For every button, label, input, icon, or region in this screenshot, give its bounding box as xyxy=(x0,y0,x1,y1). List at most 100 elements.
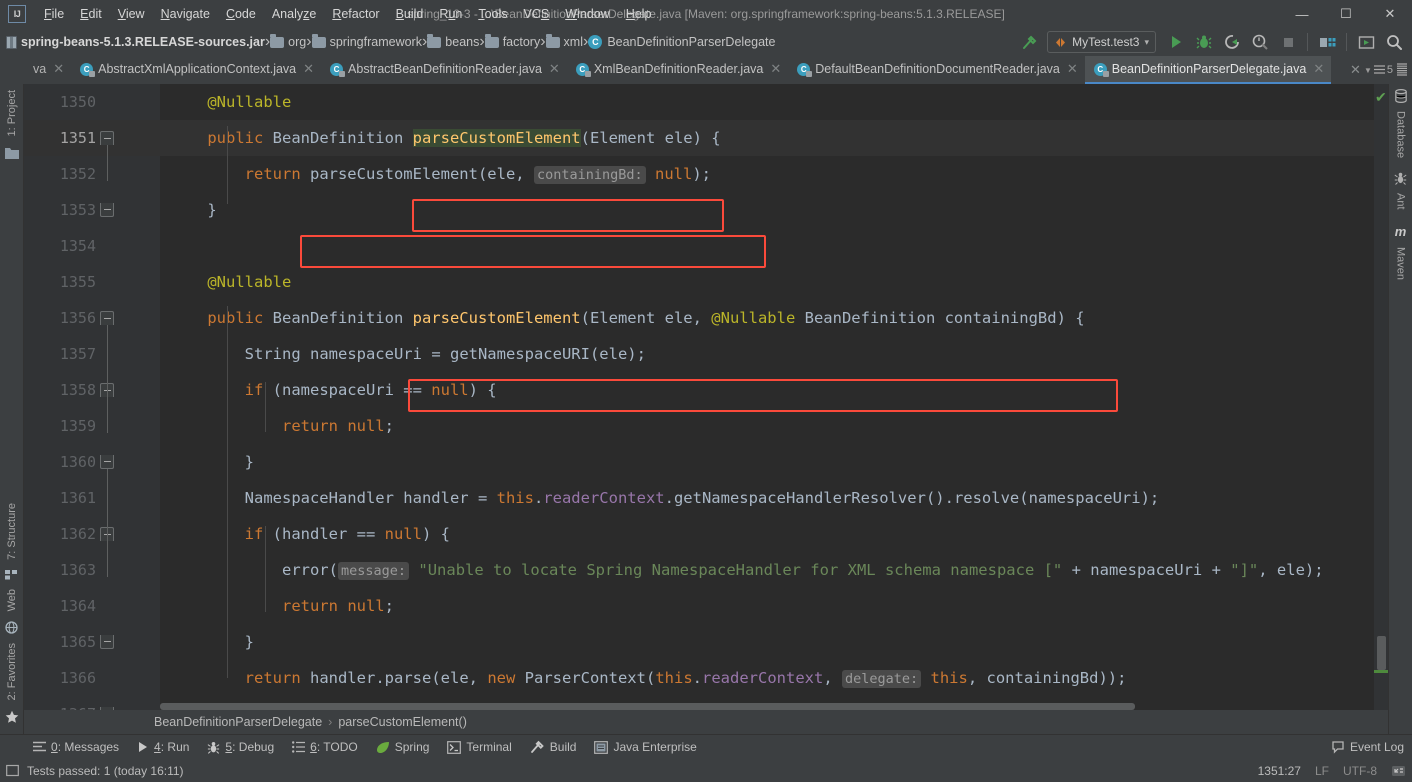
breadcrumb-item-3[interactable]: beans xyxy=(427,33,479,49)
search-everywhere-button[interactable] xyxy=(1381,30,1407,54)
close-all-tabs-icon[interactable]: ✕ xyxy=(1350,62,1361,78)
code-content[interactable]: @Nullable public BeanDefinition parseCus… xyxy=(160,84,1374,710)
breadcrumb-method[interactable]: parseCustomElement() xyxy=(338,715,467,729)
close-tab-icon[interactable]: ✕ xyxy=(1313,61,1324,77)
bottom-window-6-todo[interactable]: 6: TODO xyxy=(283,738,367,756)
editor-tab-5[interactable]: C BeanDefinitionParserDelegate.java ✕ xyxy=(1084,56,1332,84)
menu-item-file[interactable]: File xyxy=(36,3,72,25)
fold-marker-1351[interactable] xyxy=(100,131,114,145)
fold-marker-1353[interactable] xyxy=(100,203,114,217)
editor-tab-3[interactable]: C XmlBeanDefinitionReader.java ✕ xyxy=(567,56,788,84)
bottom-window-5-debug[interactable]: 5: Debug xyxy=(198,738,283,756)
sidebar-item-web[interactable]: Web xyxy=(3,583,21,617)
structure-icon xyxy=(5,566,18,583)
read-only-icon[interactable] xyxy=(1391,763,1406,778)
sidebar-item-favorites[interactable]: 2: Favorites xyxy=(3,637,21,706)
bottom-window-terminal[interactable]: Terminal xyxy=(438,738,520,756)
bottom-window-4-run[interactable]: 4: Run xyxy=(128,738,198,756)
menu-item-window[interactable]: Window xyxy=(557,3,617,25)
breadcrumb-item-1[interactable]: org xyxy=(270,33,306,49)
breadcrumb-class[interactable]: BeanDefinitionParserDelegate xyxy=(154,715,322,729)
code-line-1361[interactable]: NamespaceHandler handler = this.readerCo… xyxy=(160,480,1374,516)
editor-marker-bar[interactable]: ✔ xyxy=(1374,84,1388,710)
breadcrumb-item-5[interactable]: xml xyxy=(545,33,583,49)
breadcrumb-item-0[interactable]: spring-beans-5.1.3.RELEASE-sources.jar xyxy=(6,35,265,49)
debug-button[interactable] xyxy=(1191,30,1217,54)
code-line-1354[interactable] xyxy=(160,228,1374,264)
run-with-coverage-button[interactable] xyxy=(1219,30,1245,54)
sidebar-item-maven[interactable]: Maven xyxy=(1392,241,1410,286)
sidebar-item-structure[interactable]: 7: Structure xyxy=(3,497,21,566)
bottom-window-0-messages[interactable]: 0: Messages xyxy=(24,738,128,756)
close-tab-icon[interactable]: ✕ xyxy=(549,61,560,77)
menu-item-code[interactable]: Code xyxy=(218,3,264,25)
breadcrumb-item-6[interactable]: C BeanDefinitionParserDelegate xyxy=(588,35,775,49)
event-log-button[interactable]: Event Log xyxy=(1331,740,1412,754)
breadcrumb-item-4[interactable]: factory xyxy=(484,33,540,49)
editor-tab-0[interactable]: va ✕ xyxy=(24,56,71,84)
code-line-1362[interactable]: if (handler == null) { xyxy=(160,516,1374,552)
menu-item-analyze[interactable]: Analyze xyxy=(264,3,324,25)
code-line-1363[interactable]: error(message: "Unable to locate Spring … xyxy=(160,552,1374,588)
editor-tab-2[interactable]: C AbstractBeanDefinitionReader.java ✕ xyxy=(321,56,567,84)
menu-item-help[interactable]: Help xyxy=(618,3,660,25)
code-line-1353[interactable]: } xyxy=(160,192,1374,228)
code-editor[interactable]: 1350 1351 1352 1353 1354 1355 1356 1357 1358 1359… xyxy=(24,84,1388,710)
close-tab-icon[interactable]: ✕ xyxy=(1067,61,1078,77)
bottom-window-build[interactable]: Build xyxy=(521,738,586,756)
code-line-1352[interactable]: return parseCustomElement(ele, containin… xyxy=(160,156,1374,192)
editor-tab-4[interactable]: C DefaultBeanDefinitionDocumentReader.jav… xyxy=(788,56,1085,84)
code-line-1355[interactable]: @Nullable xyxy=(160,264,1374,300)
sidebar-item-ant[interactable]: Ant xyxy=(1392,187,1410,216)
sidebar-item-project[interactable]: 1: Project xyxy=(3,84,21,142)
settings-window-button[interactable] xyxy=(1353,30,1379,54)
menu-item-build[interactable]: Build xyxy=(388,3,432,25)
code-line-1350[interactable]: @Nullable xyxy=(160,84,1374,120)
code-line-1366[interactable]: return handler.parse(ele, new ParserCont… xyxy=(160,660,1374,696)
fold-marker-1365[interactable] xyxy=(100,635,114,649)
project-structure-button[interactable] xyxy=(1314,30,1340,54)
file-encoding[interactable]: UTF-8 xyxy=(1343,764,1377,778)
close-button[interactable]: ✕ xyxy=(1368,1,1412,28)
code-line-1351[interactable]: public BeanDefinition parseCustomElement… xyxy=(160,120,1374,156)
menu-item-view[interactable]: View xyxy=(110,3,153,25)
code-line-1358[interactable]: if (namespaceUri == null) { xyxy=(160,372,1374,408)
code-line-1356[interactable]: public BeanDefinition parseCustomElement… xyxy=(160,300,1374,336)
code-line-1359[interactable]: return null; xyxy=(160,408,1374,444)
menu-item-refactor[interactable]: Refactor xyxy=(324,3,387,25)
close-tab-icon[interactable]: ✕ xyxy=(303,61,314,77)
menu-item-edit[interactable]: Edit xyxy=(72,3,110,25)
close-tab-icon[interactable]: ✕ xyxy=(770,61,781,77)
menu-item-run[interactable]: Run xyxy=(431,3,470,25)
horizontal-scrollbar[interactable] xyxy=(160,703,1135,710)
code-line-1360[interactable]: } xyxy=(160,444,1374,480)
menu-item-vcs[interactable]: VCS xyxy=(516,3,558,25)
profile-button[interactable] xyxy=(1247,30,1273,54)
line-separator[interactable]: LF xyxy=(1315,764,1329,778)
close-tab-icon[interactable]: ✕ xyxy=(53,61,64,77)
caret-position[interactable]: 1351:27 xyxy=(1258,764,1301,778)
run-configuration-selector[interactable]: MyTest.test3 ▾ xyxy=(1047,31,1156,53)
editor-gutter[interactable]: 1350 1351 1352 1353 1354 1355 1356 1357 1358 1359… xyxy=(24,84,160,710)
code-line-1364[interactable]: return null; xyxy=(160,588,1374,624)
tab-list-dropdown-button[interactable]: ▼ 5 xyxy=(1364,64,1393,76)
run-button[interactable] xyxy=(1163,30,1189,54)
fold-marker-1360[interactable] xyxy=(100,455,114,469)
menu-item-tools[interactable]: Tools xyxy=(470,3,515,25)
editor-settings-icon[interactable] xyxy=(1396,63,1408,77)
code-line-1365[interactable]: } xyxy=(160,624,1374,660)
scrollbar-thumb[interactable] xyxy=(1377,636,1386,670)
breadcrumb-item-2[interactable]: springframework xyxy=(311,33,422,49)
maximize-button[interactable]: ☐ xyxy=(1324,1,1368,28)
bottom-window-spring[interactable]: Spring xyxy=(367,738,439,756)
stop-button[interactable] xyxy=(1275,30,1301,54)
fold-marker-1356[interactable] xyxy=(100,311,114,325)
menu-item-navigate[interactable]: Navigate xyxy=(153,3,218,25)
sidebar-item-database[interactable]: Database xyxy=(1392,105,1410,164)
fold-marker-1367[interactable] xyxy=(100,707,114,710)
bottom-window-java-enterprise[interactable]: Java Enterprise xyxy=(585,738,705,756)
editor-tab-1[interactable]: C AbstractXmlApplicationContext.java ✕ xyxy=(71,56,321,84)
build-hammer-button[interactable] xyxy=(1016,30,1042,54)
code-line-1357[interactable]: String namespaceUri = getNamespaceURI(el… xyxy=(160,336,1374,372)
minimize-button[interactable]: — xyxy=(1280,1,1324,28)
